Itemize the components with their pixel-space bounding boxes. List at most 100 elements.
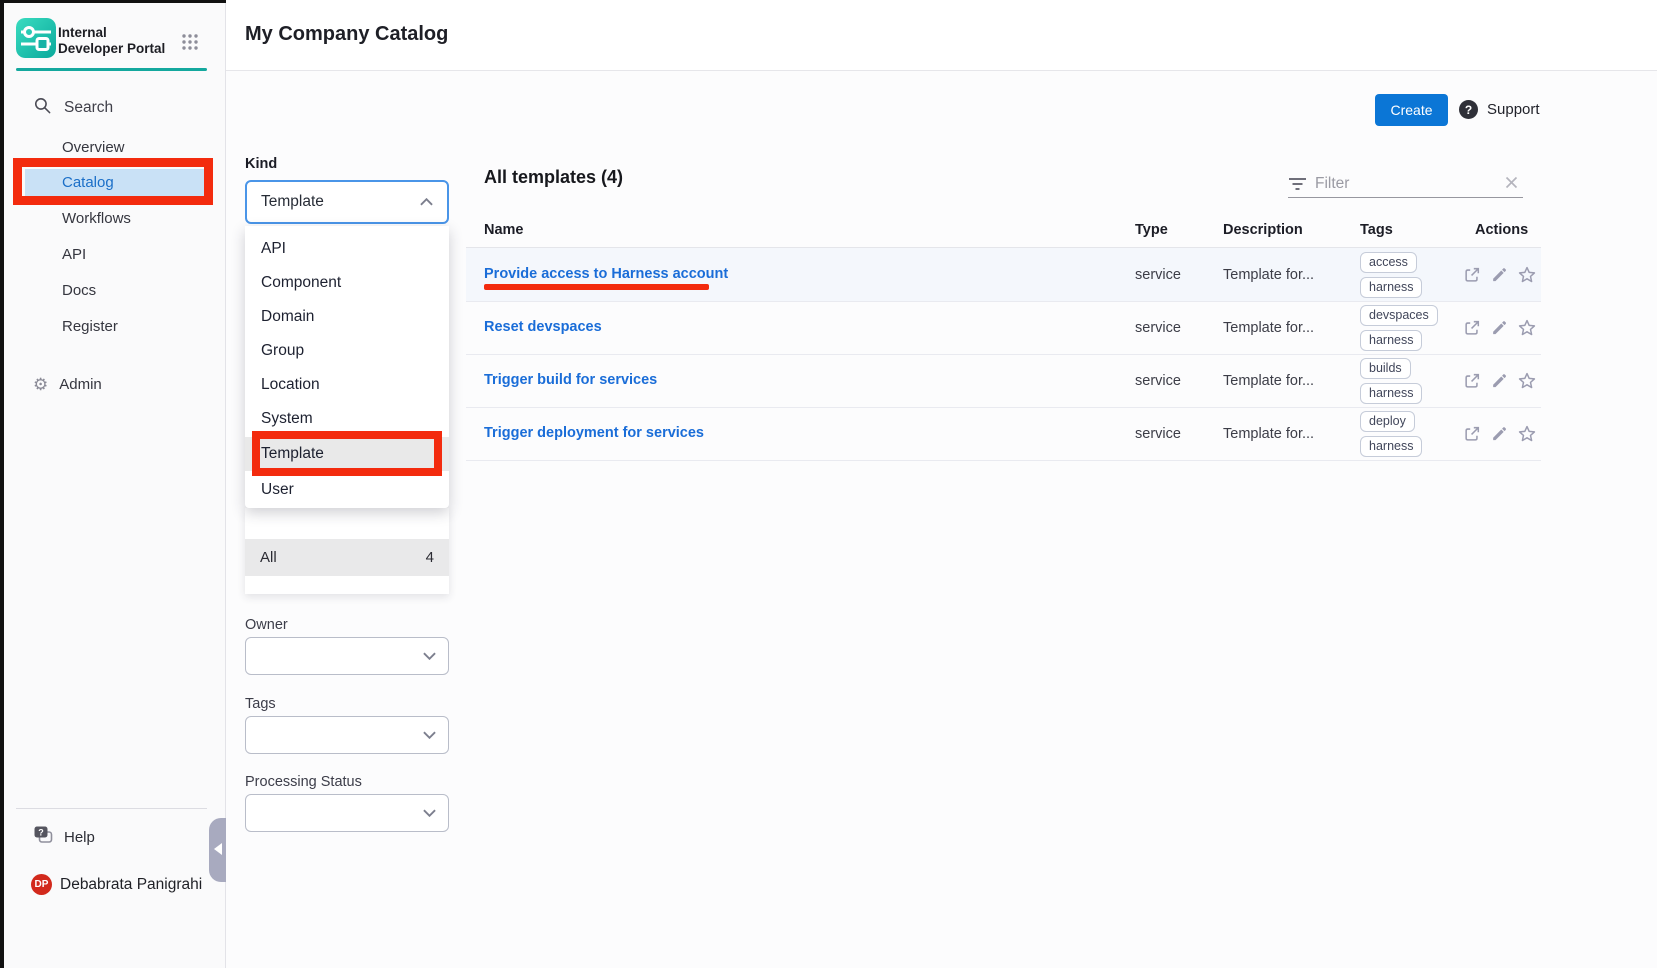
chevron-down-icon xyxy=(423,726,436,744)
edit-pencil-icon[interactable] xyxy=(1490,372,1508,395)
kind-option-component[interactable]: Component xyxy=(245,266,449,300)
table-row: Provide access to Harness account servic… xyxy=(466,248,1541,302)
clear-filter-icon[interactable] xyxy=(1504,175,1519,195)
chevron-down-icon xyxy=(423,647,436,665)
template-link[interactable]: Provide access to Harness account xyxy=(484,266,728,282)
kind-filter-label: Kind xyxy=(245,156,277,172)
sidebar-item-catalog[interactable]: Catalog xyxy=(62,174,114,191)
edit-pencil-icon[interactable] xyxy=(1490,425,1508,448)
table-title: All templates (4) xyxy=(484,167,623,188)
filter-placeholder: Filter xyxy=(1315,175,1349,193)
search-icon xyxy=(33,96,52,120)
star-icon[interactable] xyxy=(1517,371,1537,396)
star-icon[interactable] xyxy=(1517,265,1537,290)
chevron-up-icon xyxy=(420,193,433,211)
tags-filter-label: Tags xyxy=(245,696,276,712)
kind-option-group[interactable]: Group xyxy=(245,334,449,368)
kind-select[interactable]: Template xyxy=(245,180,449,224)
col-description: Description xyxy=(1223,222,1303,238)
user-profile[interactable]: DP Debabrata Panigrahi xyxy=(31,874,202,895)
row-actions xyxy=(1463,318,1537,343)
open-in-new-icon[interactable] xyxy=(1463,319,1481,342)
kind-select-value: Template xyxy=(261,193,324,211)
tags-select[interactable] xyxy=(245,716,449,754)
filter-underline xyxy=(1288,197,1523,198)
kind-option-domain[interactable]: Domain xyxy=(245,300,449,334)
kind-dropdown-menu: API Component Domain Group Location Syst… xyxy=(245,226,449,508)
kind-option-location[interactable]: Location xyxy=(245,368,449,402)
sidebar-item-register[interactable]: Register xyxy=(62,318,118,335)
sidebar-item-admin[interactable]: ⚙ Admin xyxy=(33,376,102,393)
sidebar-bottom-divider xyxy=(16,808,207,809)
facet-all-label: All xyxy=(260,549,277,566)
template-link[interactable]: Trigger build for services xyxy=(484,372,657,388)
kind-option-system[interactable]: System xyxy=(245,402,449,436)
sidebar-item-workflows[interactable]: Workflows xyxy=(62,210,131,227)
star-icon[interactable] xyxy=(1517,424,1537,449)
tags-cell: builds harness xyxy=(1360,358,1422,404)
template-link[interactable]: Trigger deployment for services xyxy=(484,425,704,441)
open-in-new-icon[interactable] xyxy=(1463,266,1481,289)
help-label: Help xyxy=(64,829,95,846)
window-edge xyxy=(0,0,4,968)
collapse-arrow-icon xyxy=(214,843,222,855)
description-cell: Template for... xyxy=(1223,426,1314,442)
tag-chip: devspaces xyxy=(1360,305,1438,326)
open-in-new-icon[interactable] xyxy=(1463,372,1481,395)
kind-option-api[interactable]: API xyxy=(245,232,449,266)
processing-status-filter-label: Processing Status xyxy=(245,774,362,790)
tag-chip: harness xyxy=(1360,330,1422,351)
sidebar-item-docs[interactable]: Docs xyxy=(62,282,96,299)
owner-select[interactable] xyxy=(245,637,449,675)
search-label: Search xyxy=(64,99,113,117)
help-button[interactable]: ? Help xyxy=(33,825,95,850)
col-type: Type xyxy=(1135,222,1168,238)
table-row: Reset devspaces service Template for... … xyxy=(466,301,1541,355)
col-actions: Actions xyxy=(1475,222,1528,238)
table-filter-input[interactable]: Filter xyxy=(1288,170,1523,198)
template-link[interactable]: Reset devspaces xyxy=(484,319,602,335)
sidebar-item-overview[interactable]: Overview xyxy=(62,139,125,156)
star-icon[interactable] xyxy=(1517,318,1537,343)
apps-grid-icon[interactable] xyxy=(181,33,199,56)
avatar: DP xyxy=(31,874,52,895)
tag-chip: harness xyxy=(1360,277,1422,298)
type-facet-all[interactable]: All 4 xyxy=(245,539,449,576)
tag-chip: deploy xyxy=(1360,411,1415,432)
tag-chip: access xyxy=(1360,252,1417,273)
edit-pencil-icon[interactable] xyxy=(1490,319,1508,342)
question-circle-icon: ? xyxy=(1459,100,1478,119)
app-logo-icon xyxy=(16,18,56,58)
sidebar-search[interactable]: Search xyxy=(33,96,113,120)
user-name: Debabrata Panigrahi xyxy=(60,876,202,894)
create-button[interactable]: Create xyxy=(1375,94,1448,126)
description-cell: Template for... xyxy=(1223,267,1314,283)
window-edge-top xyxy=(0,0,226,3)
chevron-down-icon xyxy=(423,804,436,822)
tag-chip: harness xyxy=(1360,436,1422,457)
sidebar-item-catalog-highlight xyxy=(25,169,206,197)
row-actions xyxy=(1463,265,1537,290)
owner-filter-label: Owner xyxy=(245,617,288,633)
page-title: My Company Catalog xyxy=(245,23,448,46)
tag-chip: harness xyxy=(1360,383,1422,404)
col-name: Name xyxy=(484,222,524,238)
description-cell: Template for... xyxy=(1223,373,1314,389)
support-button[interactable]: ? Support xyxy=(1459,100,1540,119)
description-cell: Template for... xyxy=(1223,320,1314,336)
support-label: Support xyxy=(1487,101,1540,118)
tags-cell: devspaces harness xyxy=(1360,305,1438,351)
kind-option-user[interactable]: User xyxy=(245,473,449,507)
facet-all-count: 4 xyxy=(426,549,434,566)
edit-pencil-icon[interactable] xyxy=(1490,266,1508,289)
processing-status-select[interactable] xyxy=(245,794,449,832)
kind-option-template[interactable]: Template xyxy=(245,437,449,471)
type-cell: service xyxy=(1135,373,1181,389)
open-in-new-icon[interactable] xyxy=(1463,425,1481,448)
col-tags: Tags xyxy=(1360,222,1393,238)
sidebar-item-api[interactable]: API xyxy=(62,246,86,263)
help-chat-icon: ? xyxy=(33,825,54,850)
type-cell: service xyxy=(1135,426,1181,442)
brand-divider xyxy=(16,68,207,71)
table-row: Trigger deployment for services service … xyxy=(466,407,1541,461)
